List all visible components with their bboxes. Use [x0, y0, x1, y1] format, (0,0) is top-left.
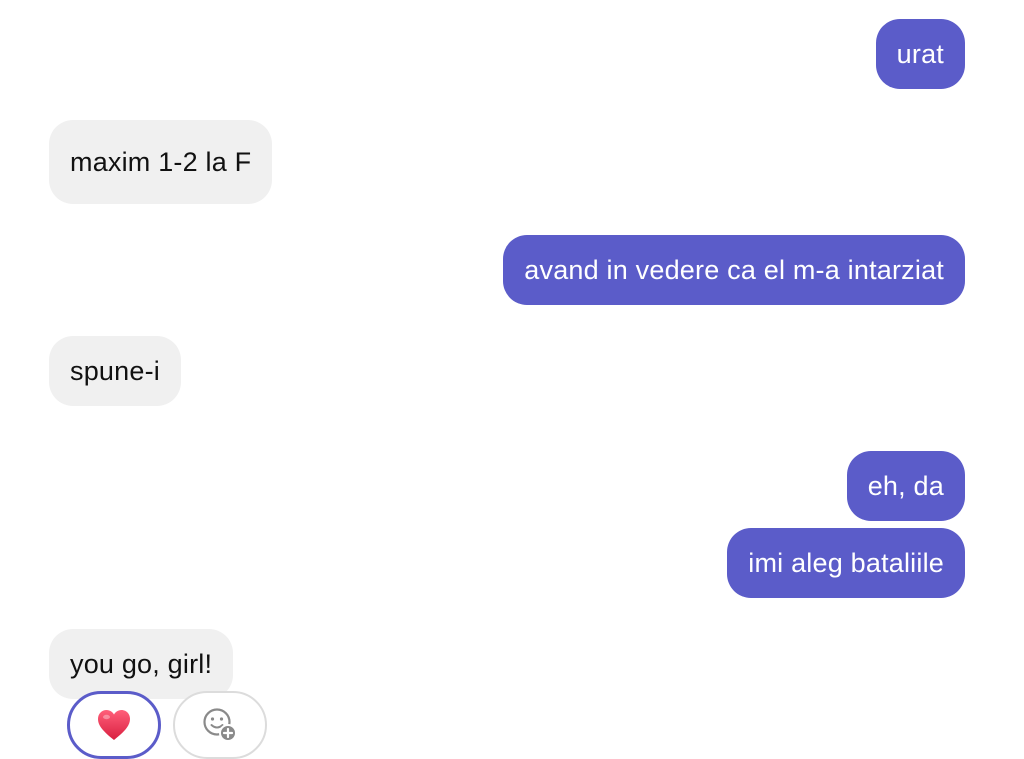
- sent-message[interactable]: imi aleg bataliile: [727, 528, 965, 598]
- message-text: maxim 1-2 la F: [70, 146, 252, 177]
- message-text: urat: [896, 38, 944, 69]
- heart-icon: [98, 710, 130, 740]
- message-text: avand in vedere ca el m-a intarziat: [524, 254, 944, 285]
- message-text: eh, da: [867, 470, 944, 501]
- sent-message[interactable]: urat: [875, 19, 965, 89]
- received-message[interactable]: you go, girl!: [49, 629, 234, 699]
- heart-reaction-button[interactable]: [67, 691, 161, 759]
- add-reaction-icon: [203, 708, 237, 742]
- received-message[interactable]: maxim 1-2 la F: [49, 120, 273, 204]
- message-text: you go, girl!: [70, 648, 213, 679]
- sent-message[interactable]: eh, da: [846, 451, 965, 521]
- sent-message[interactable]: avand in vedere ca el m-a intarziat: [503, 235, 965, 305]
- received-message[interactable]: spune-i: [49, 336, 181, 406]
- add-reaction-button[interactable]: [173, 691, 267, 759]
- message-text: imi aleg bataliile: [748, 547, 944, 578]
- message-text: spune-i: [70, 355, 160, 386]
